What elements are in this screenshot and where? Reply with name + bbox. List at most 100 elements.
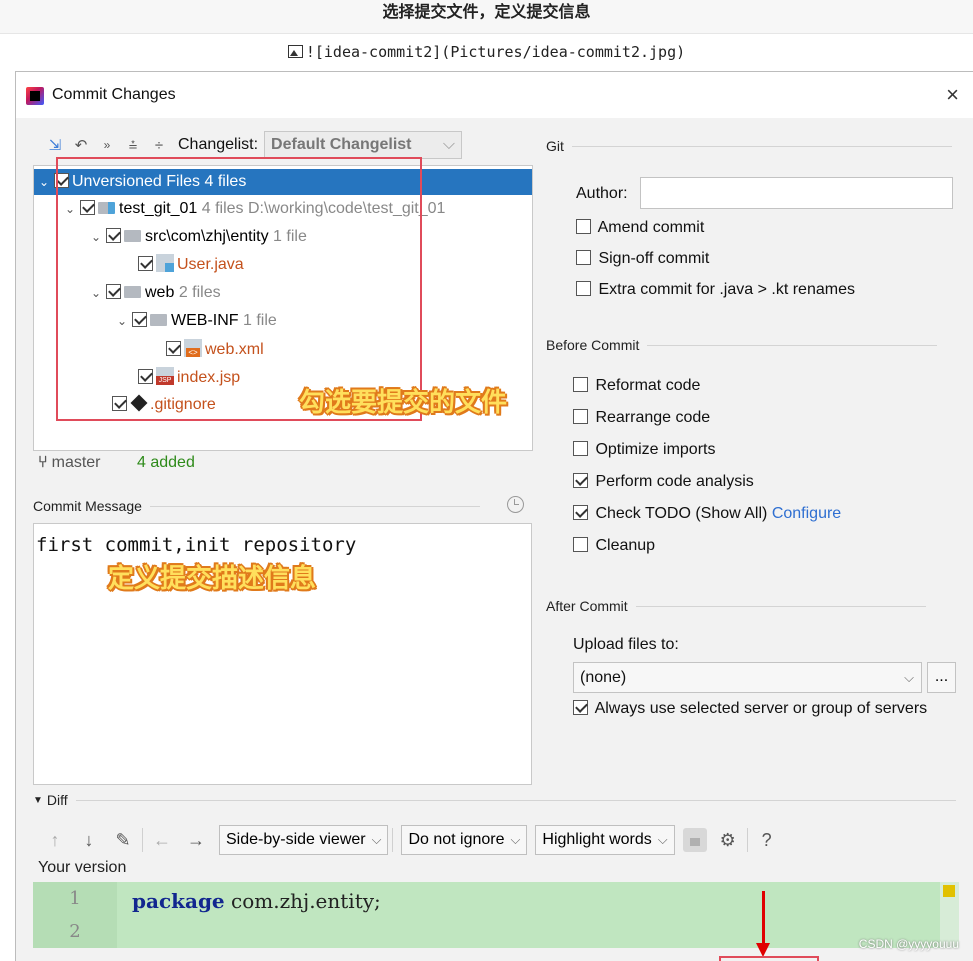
help-icon[interactable]: ? — [756, 830, 778, 851]
divider — [149, 505, 480, 507]
annotation-define-message: 定义提交描述信息 — [108, 563, 317, 593]
always-label: Always use selected server or group of s… — [594, 700, 928, 717]
cleanup-option[interactable]: Cleanup — [573, 537, 655, 555]
changelist-select[interactable]: Default Changelist ⌵ — [264, 131, 463, 159]
analysis-checkbox[interactable] — [573, 473, 588, 488]
line-number: 1 — [69, 888, 81, 909]
viewer-value: Side-by-side viewer — [226, 831, 366, 848]
rearrange-checkbox[interactable] — [573, 409, 588, 424]
chevron-down-icon: ⌵ — [657, 832, 668, 847]
check-todo-option[interactable]: Check TODO (Show All) Configure — [573, 505, 841, 523]
upload-more-button[interactable]: ... — [927, 662, 956, 693]
author-input[interactable] — [640, 177, 953, 209]
optimize-imports-option[interactable]: Optimize imports — [573, 441, 715, 459]
chevron-down-icon: ⌵ — [510, 832, 521, 847]
commit-message-header: Commit Message — [33, 498, 480, 514]
edit-source-icon[interactable]: ✎ — [112, 830, 134, 851]
chevron-down-icon: ⌵ — [442, 136, 456, 153]
diff-code-view[interactable]: 12 package com.zhj.entity; — [33, 882, 959, 948]
gear-icon[interactable]: ⚙ — [717, 830, 739, 851]
git-title: Git — [546, 138, 564, 154]
watermark: CSDN @yyyyouuu — [858, 937, 959, 951]
cleanup-label: Cleanup — [595, 537, 656, 554]
upload-value: (none) — [580, 669, 627, 686]
back-arrow-icon[interactable]: ← — [151, 830, 173, 851]
commit-message-text: first commit,init repository — [36, 534, 357, 556]
chevron-down-icon: ⌵ — [904, 670, 914, 685]
title-bar: Commit Changes × — [16, 72, 973, 118]
rearrange-option[interactable]: Rearrange code — [573, 409, 710, 427]
upload-select[interactable]: (none) ⌵ — [573, 662, 922, 693]
ignore-dropdown[interactable]: Do not ignore ⌵ — [401, 825, 528, 855]
divider — [75, 799, 956, 801]
highlight-value: Highlight words — [542, 831, 652, 848]
extra-commit-option[interactable]: Extra commit for .java > .kt renames — [576, 281, 855, 299]
forward-arrow-icon[interactable]: → — [185, 830, 207, 851]
git-section-header: Git — [546, 138, 952, 154]
divider — [647, 344, 938, 346]
change-marker — [943, 885, 955, 897]
separator — [392, 828, 394, 852]
extra-label: Extra commit for .java > .kt renames — [598, 281, 855, 298]
refresh-icon[interactable]: ⇲ — [42, 136, 68, 154]
line-gutter: 12 — [33, 882, 117, 948]
todo-label: Check TODO (Show All) — [595, 505, 768, 522]
collapse-all-icon[interactable]: ÷ — [146, 137, 172, 154]
always-use-server-option[interactable]: Always use selected server or group of s… — [573, 700, 927, 718]
signoff-checkbox[interactable] — [576, 250, 591, 265]
diff-title: Diff — [46, 792, 68, 808]
branch-icon: ⑂ — [38, 454, 48, 471]
analysis-label: Perform code analysis — [595, 473, 754, 490]
author-label: Author: — [576, 185, 628, 202]
amend-commit-option[interactable]: Amend commit — [576, 219, 704, 237]
branch-name: master — [51, 454, 101, 471]
upload-label: Upload files to: — [573, 636, 679, 653]
todo-checkbox[interactable] — [573, 505, 588, 520]
changelist-label: Changelist: — [178, 136, 259, 153]
intellij-icon — [26, 87, 44, 105]
diff-header[interactable]: ▼ Diff — [33, 792, 956, 808]
code-text: com.zhj.entity; — [224, 889, 381, 913]
expand-all-icon[interactable]: ⩮ — [120, 137, 146, 154]
signoff-commit-option[interactable]: Sign-off commit — [576, 250, 709, 268]
reformat-checkbox[interactable] — [573, 377, 588, 392]
changelist-value: Default Changelist — [271, 136, 412, 153]
viewer-dropdown[interactable]: Side-by-side viewer ⌵ — [219, 825, 389, 855]
extra-checkbox[interactable] — [576, 281, 591, 296]
line-number: 2 — [69, 921, 81, 942]
configure-link[interactable]: Configure — [772, 505, 841, 522]
reformat-label: Reformat code — [595, 377, 701, 394]
signoff-label: Sign-off commit — [598, 250, 710, 267]
chevron-down-icon[interactable]: ⌄ — [34, 169, 54, 195]
added-count: 4 added — [137, 454, 195, 471]
cleanup-checkbox[interactable] — [573, 537, 588, 552]
close-icon[interactable]: × — [946, 82, 959, 108]
triangle-down-icon: ▼ — [33, 794, 43, 806]
commit-message-title: Commit Message — [33, 498, 142, 514]
code-analysis-option[interactable]: Perform code analysis — [573, 473, 754, 491]
highlight-dropdown[interactable]: Highlight words ⌵ — [535, 825, 675, 855]
optimize-label: Optimize imports — [595, 441, 716, 458]
lock-icon[interactable] — [682, 828, 707, 852]
after-commit-header: After Commit — [546, 598, 926, 614]
dialog-title: Commit Changes — [52, 86, 176, 103]
always-checkbox[interactable] — [573, 700, 588, 715]
before-commit-header: Before Commit — [546, 337, 938, 353]
divider — [571, 145, 952, 147]
changes-toolbar: ⇲ ↶ » ⩮ ÷ Changelist: Default Changelist… — [42, 131, 463, 159]
history-clock-icon[interactable] — [507, 496, 524, 513]
optimize-checkbox[interactable] — [573, 441, 588, 456]
amend-checkbox[interactable] — [576, 219, 591, 234]
rollback-icon[interactable]: ↶ — [68, 136, 94, 154]
commit-dialog: Commit Changes × ⇲ ↶ » ⩮ ÷ Changelist: D… — [15, 71, 973, 961]
annotation-arrow — [756, 891, 770, 957]
more-actions-icon[interactable]: » — [94, 138, 120, 152]
branch-indicator[interactable]: ⑂ master — [38, 454, 101, 472]
amend-label: Amend commit — [597, 219, 705, 236]
next-diff-icon[interactable]: ↓ — [78, 830, 100, 851]
previous-diff-icon[interactable]: ↑ — [44, 830, 66, 851]
page-heading: 选择提交文件，定义提交信息 — [0, 0, 973, 34]
annotation-box-commit — [719, 956, 819, 961]
before-commit-title: Before Commit — [546, 337, 640, 353]
reformat-option[interactable]: Reformat code — [573, 377, 700, 395]
